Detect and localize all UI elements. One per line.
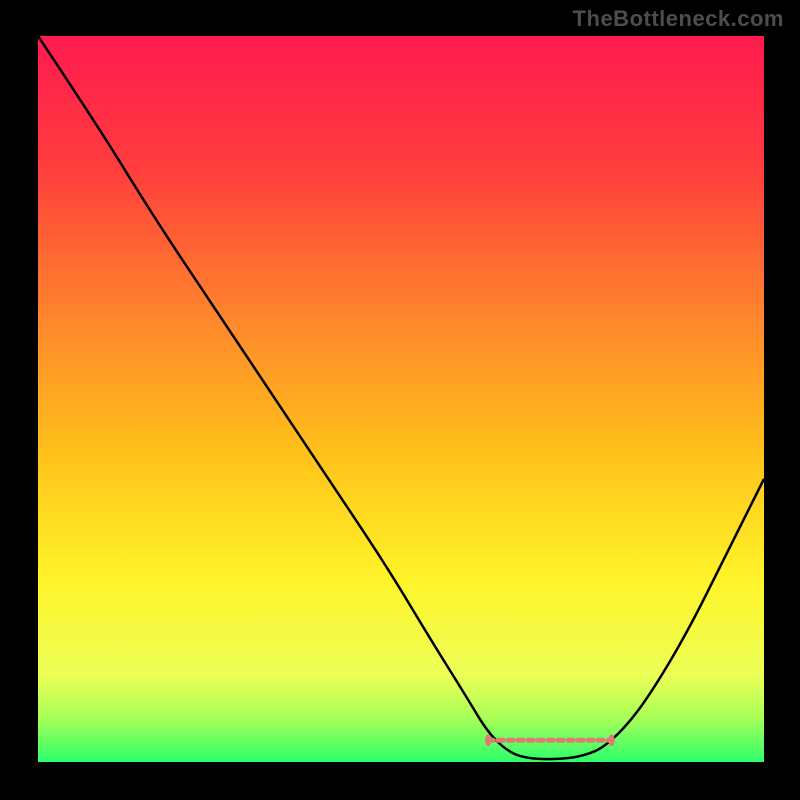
watermark-text: TheBottleneck.com bbox=[573, 6, 784, 32]
range-end-dot bbox=[608, 734, 614, 746]
chart-svg bbox=[38, 36, 764, 762]
range-start-dot bbox=[485, 734, 491, 746]
chart-background bbox=[38, 36, 764, 762]
chart-canvas bbox=[38, 36, 764, 762]
